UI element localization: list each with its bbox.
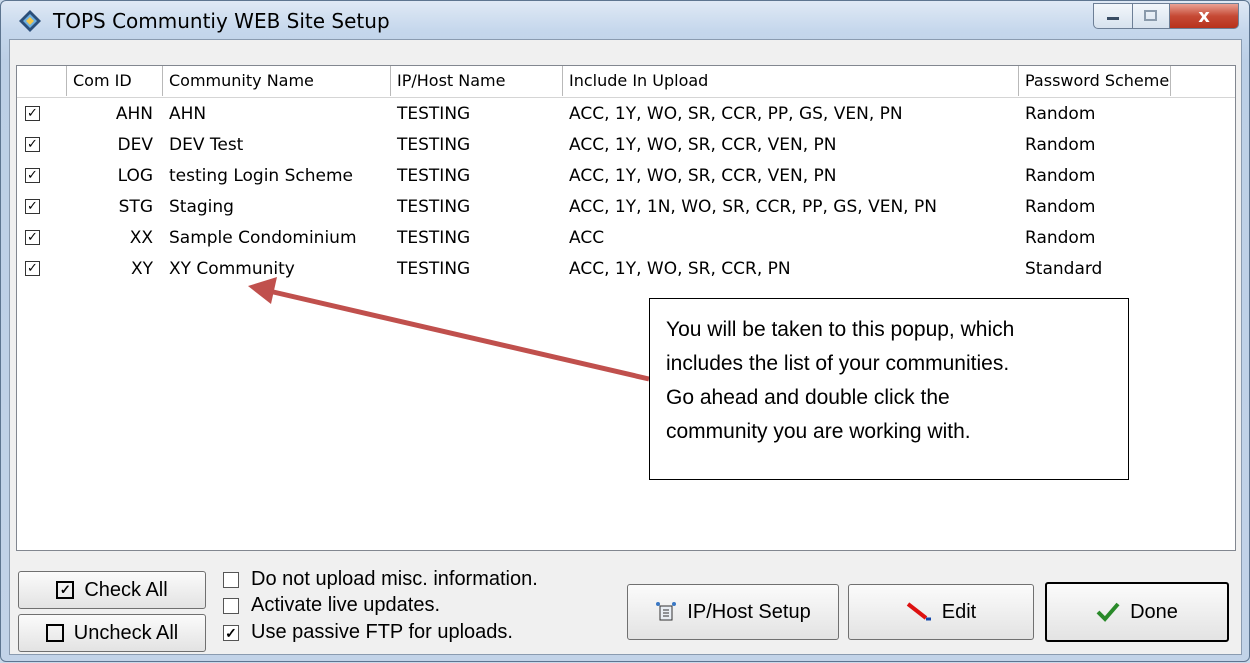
ip-host-setup-label: IP/Host Setup [687, 600, 811, 623]
network-icon [656, 602, 677, 621]
option-passive-ftp[interactable]: ✓ Use passive FTP for uploads. [223, 621, 513, 644]
option-checkbox[interactable] [223, 571, 239, 588]
option-label: Activate live updates. [251, 594, 440, 616]
check-all-label: Check All [84, 578, 168, 601]
unchecked-box-icon [45, 624, 64, 642]
ip-host-setup-button[interactable]: IP/Host Setup [627, 584, 839, 640]
option-label: Do not upload misc. information. [251, 568, 538, 590]
uncheck-all-label: Uncheck All [73, 621, 179, 644]
option-label: Use passive FTP for uploads. [251, 621, 513, 643]
option-no-misc-upload[interactable]: Do not upload misc. information. [223, 568, 538, 591]
pencil-icon [906, 602, 931, 621]
option-live-updates[interactable]: Activate live updates. [223, 594, 440, 617]
checkmark-icon [1096, 602, 1120, 622]
app-window: TOPS Communtiy WEB Site Setup x Com ID C… [0, 0, 1250, 662]
edit-button[interactable]: Edit [848, 584, 1034, 640]
done-label: Done [1130, 600, 1178, 623]
edit-label: Edit [941, 600, 977, 623]
checked-box-icon: ✓ [56, 581, 75, 599]
callout-line: Go ahead and double click the [666, 386, 950, 409]
option-checkbox[interactable] [223, 597, 239, 614]
done-button[interactable]: Done [1045, 582, 1229, 642]
uncheck-all-button[interactable]: Uncheck All [18, 614, 206, 652]
instruction-callout: You will be taken to this popup, which i… [649, 298, 1129, 480]
callout-line: includes the list of your communities. [666, 352, 1010, 375]
callout-line: You will be taken to this popup, which [666, 318, 1015, 341]
check-all-button[interactable]: ✓ Check All [18, 571, 206, 609]
callout-line: community you are working with. [666, 420, 971, 443]
option-checkbox[interactable]: ✓ [223, 624, 239, 641]
